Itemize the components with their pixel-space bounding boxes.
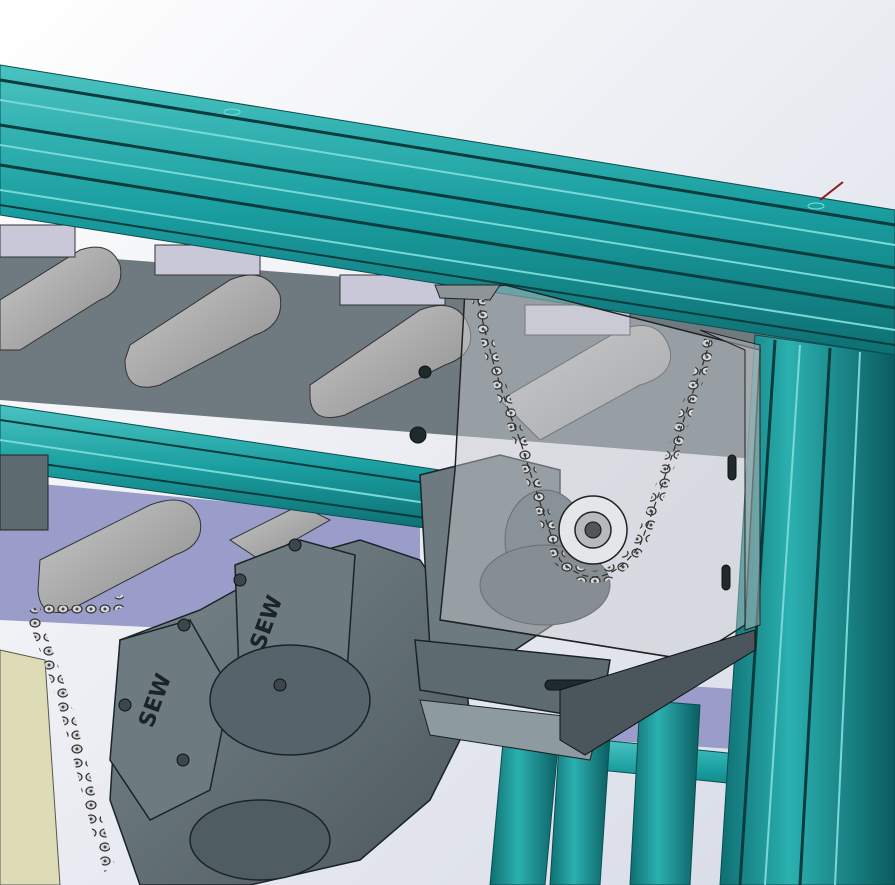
left-bracket-block — [0, 454, 49, 531]
sprocket — [558, 495, 628, 565]
cad-assembly-viewport[interactable]: SEW SEW — [0, 0, 895, 885]
